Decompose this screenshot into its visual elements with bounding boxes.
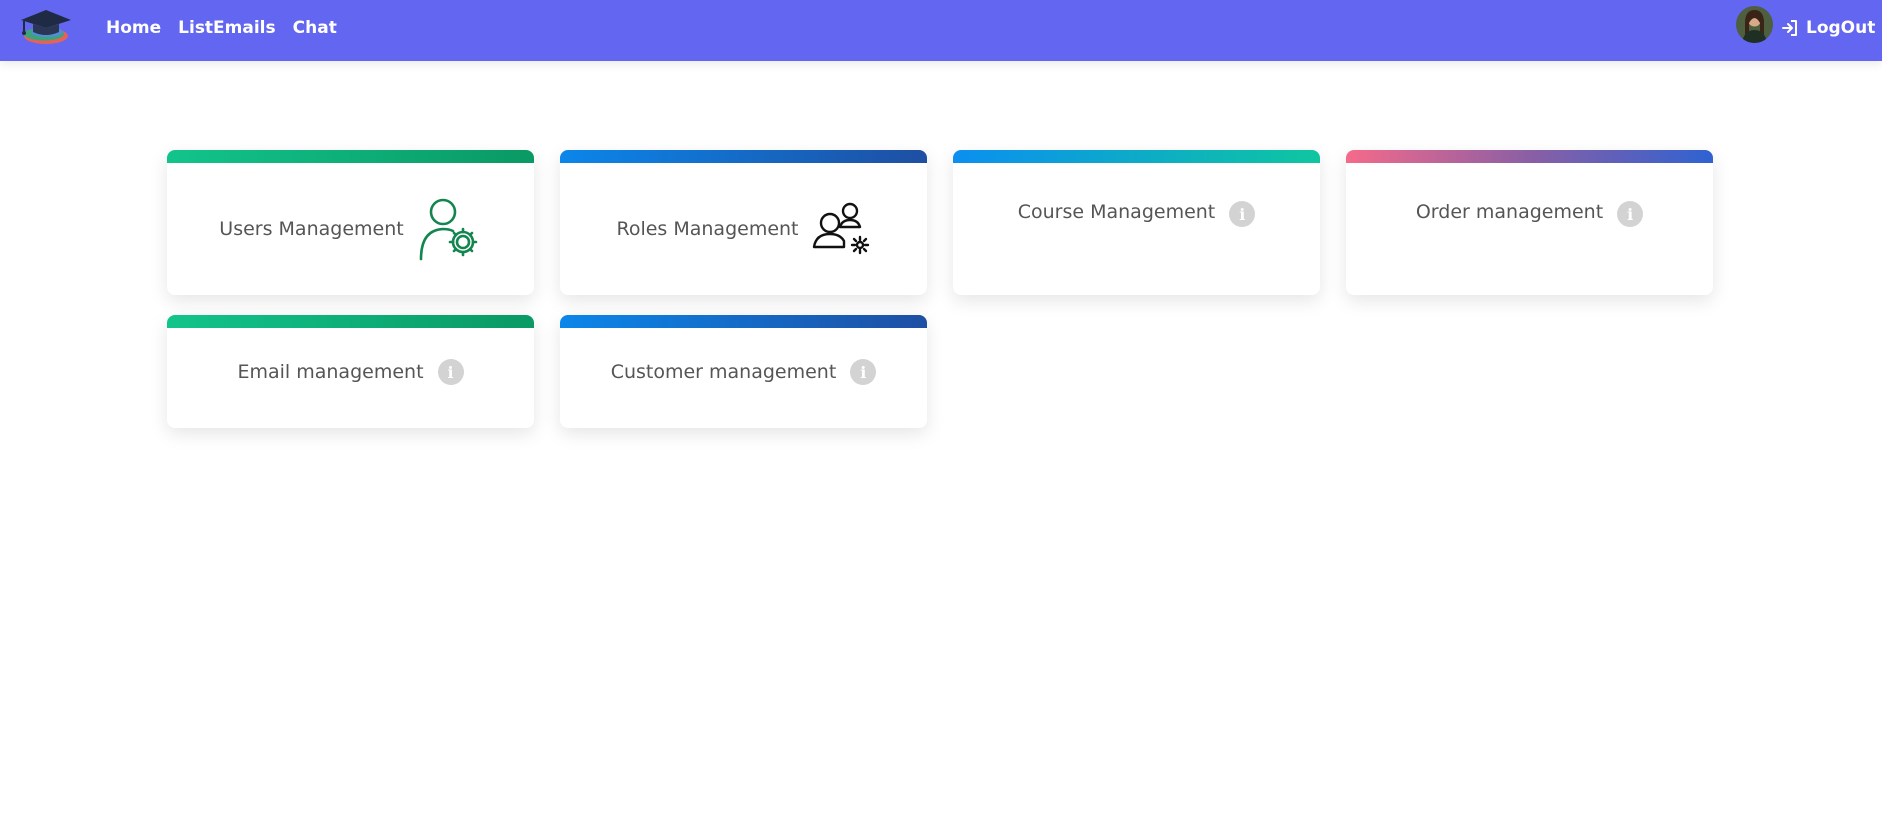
user-avatar[interactable] — [1736, 6, 1773, 43]
card-title: Order management — [1415, 201, 1604, 223]
info-icon[interactable]: i — [1617, 201, 1644, 227]
card-customer-management[interactable]: Customer management i — [560, 315, 927, 428]
card-accent-bar — [560, 315, 927, 328]
nav-link-chat[interactable]: Chat — [293, 18, 337, 38]
card-order-management[interactable]: Order management i — [1346, 150, 1713, 295]
logout-label: LogOut — [1806, 18, 1876, 38]
card-title: Customer management — [610, 361, 837, 383]
card-accent-bar — [167, 150, 534, 163]
user-gear-icon — [419, 198, 478, 261]
card-email-management[interactable]: Email management i — [167, 315, 534, 428]
graduation-cap-logo[interactable] — [13, 6, 75, 46]
card-course-management[interactable]: Course Management i — [953, 150, 1320, 295]
sign-in-arrow-icon — [1782, 20, 1797, 36]
card-roles-management[interactable]: Roles Management — [560, 150, 927, 295]
nav-link-home[interactable]: Home — [106, 18, 161, 38]
card-accent-bar — [560, 150, 927, 163]
card-title: Users Management — [219, 218, 404, 240]
main-nav: Home ListEmails Chat — [106, 0, 337, 56]
card-title: Roles Management — [616, 218, 799, 240]
nav-link-listemails[interactable]: ListEmails — [178, 18, 275, 38]
users-gear-icon — [812, 202, 869, 255]
card-accent-bar — [953, 150, 1320, 163]
card-accent-bar — [1346, 150, 1713, 163]
info-icon[interactable]: i — [1229, 201, 1256, 227]
card-title: Course Management — [1017, 201, 1216, 223]
info-icon[interactable]: i — [850, 359, 877, 385]
card-title: Email management — [237, 361, 424, 383]
card-users-management[interactable]: Users Management — [167, 150, 534, 295]
card-accent-bar — [167, 315, 534, 328]
info-icon[interactable]: i — [437, 359, 464, 385]
logout-button[interactable]: LogOut — [1780, 0, 1875, 56]
top-navbar: Home ListEmails Chat LogOut — [0, 0, 1882, 61]
